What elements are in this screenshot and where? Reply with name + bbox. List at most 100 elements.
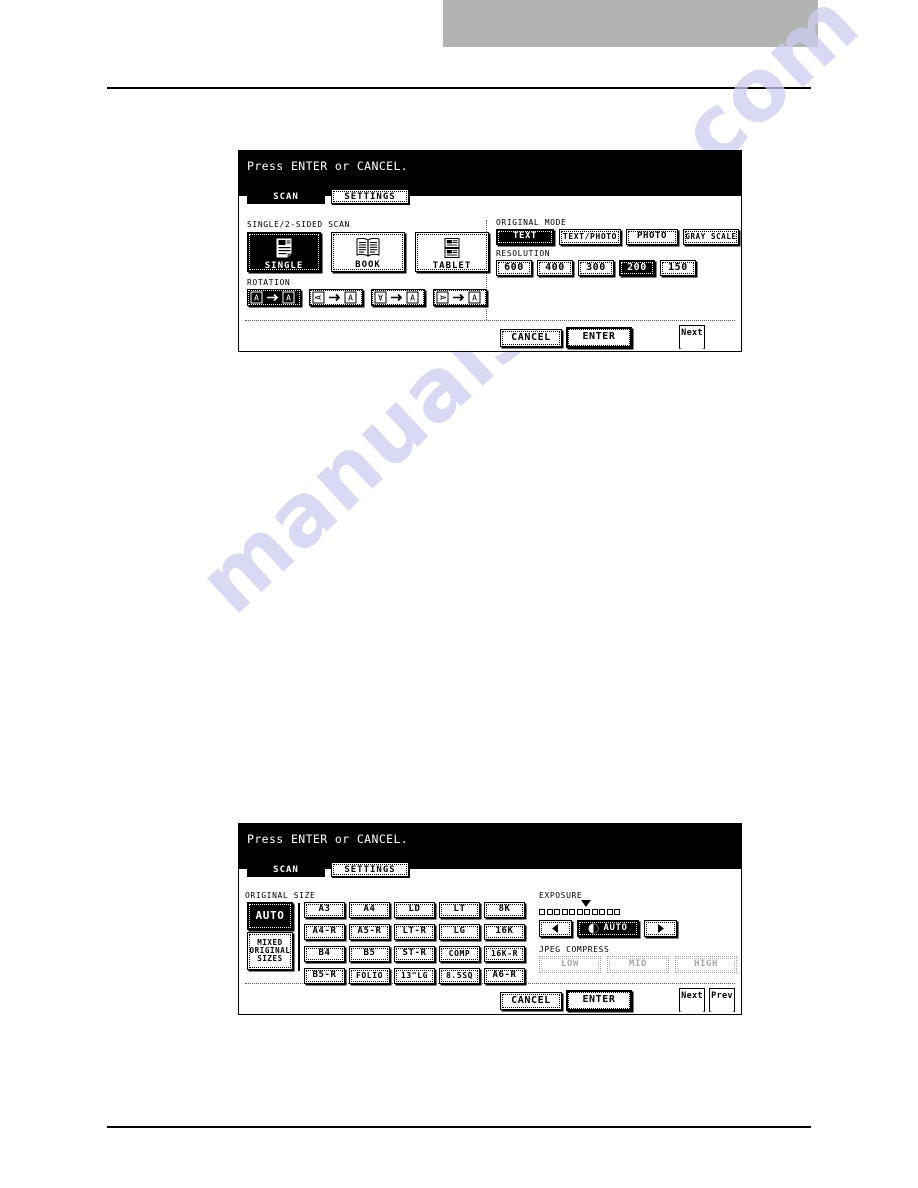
svg-text:A: A [472,294,477,303]
tab-scan[interactable]: SCAN [247,189,325,204]
svg-text:A: A [254,294,259,303]
svg-text:A: A [410,294,415,303]
scan-settings-panel-1: Press ENTER or CANCEL. SCAN SETTINGS SIN… [238,150,742,352]
label-original-size: ORIGINAL SIZE [245,891,316,900]
panel1-tabs: SCAN SETTINGS [247,189,409,204]
auto-exposure-icon [588,923,599,934]
size-b5-r[interactable]: B5-R [304,968,345,984]
size-a4[interactable]: A4 [349,902,390,918]
right-arrow-icon [658,924,664,933]
exposure-tick [546,909,553,915]
resolution-400[interactable]: 400 [537,260,573,276]
rotation-180-button[interactable]: A A [371,289,425,306]
exposure-scale[interactable] [539,909,620,915]
svg-text:A: A [378,292,383,301]
scan-mode-tablet-label: TABLET [432,261,472,271]
size-ld[interactable]: LD [394,902,435,918]
rotation-90-button[interactable]: A A [309,289,363,306]
size-16k[interactable]: 16K [484,924,525,940]
exposure-tick [576,909,583,915]
rotation-270-button[interactable]: A A [433,289,487,306]
panel1-body: SINGLE/2-SIDED SCAN SINGLE BOOK TABLET R… [239,196,741,351]
svg-text:A: A [314,295,323,300]
tab-settings[interactable]: SETTINGS [331,862,409,877]
rotation-0-button[interactable]: A A [247,289,301,306]
size-lt[interactable]: LT [439,902,480,918]
jpeg-compress-high[interactable]: HIGH [675,956,737,973]
size-a3[interactable]: A3 [304,902,345,918]
resolution-600[interactable]: 600 [496,260,532,276]
scan-mode-single[interactable]: SINGLE [247,232,321,272]
size-a5-r[interactable]: A5-R [349,924,390,940]
size-b4[interactable]: B4 [304,946,345,962]
mixed-line-3: SIZES [257,953,283,963]
exposure-tick [584,909,590,915]
exposure-auto-label: AUTO [603,922,628,933]
size-folio[interactable]: FOLIO [349,968,390,984]
exposure-decrease-button[interactable] [539,920,572,937]
panel2-tabs: SCAN SETTINGS [247,862,409,877]
size-16k-r[interactable]: 16K-R [484,946,525,962]
original-mode-photo[interactable]: PHOTO [626,229,678,245]
label-rotation: ROTATION [247,278,291,287]
scan-mode-single-label: SINGLE [264,261,304,271]
panel2-enter-button[interactable]: ENTER [566,990,632,1011]
resolution-300[interactable]: 300 [578,260,614,276]
scan-mode-book-label: BOOK [355,260,381,270]
scan-mode-tablet[interactable]: TABLET [415,232,489,272]
original-size-mixed-original-sizes[interactable]: MIXED ORIGINAL SIZES [247,932,293,970]
panel2-next-button[interactable]: Next [679,988,705,1012]
open-book-icon [355,237,381,258]
size-a6-r[interactable]: A6-R [484,968,525,984]
panel1-enter-button[interactable]: ENTER [566,327,632,348]
panel1-prompt: Press ENTER or CANCEL. [247,159,409,173]
original-size-auto[interactable]: AUTO [247,902,293,930]
size-comp[interactable]: COMP [439,946,480,962]
size-st-r[interactable]: ST-R [394,946,435,962]
resolution-200[interactable]: 200 [619,260,655,276]
panel1-cancel-button[interactable]: CANCEL [500,329,562,347]
resolution-150[interactable]: 150 [660,260,696,276]
rotation-270-icon: A A [436,291,481,304]
original-mode-text-photo[interactable]: TEXT/PHOTO [559,229,621,245]
size-lg[interactable]: LG [439,924,480,940]
size-b5[interactable]: B5 [349,946,390,962]
label-exposure: EXPOSURE [539,891,583,900]
size-85sq[interactable]: 8.5SQ [439,968,480,984]
original-mode-text[interactable]: TEXT [496,229,554,245]
rotation-90-icon: A A [312,291,357,304]
jpeg-compress-mid[interactable]: MID [607,956,669,973]
label-jpeg-compress: JPEG COMPRESS [539,945,610,954]
tab-settings[interactable]: SETTINGS [331,189,409,204]
scan-mode-book[interactable]: BOOK [331,232,405,272]
panel2-prev-button[interactable]: Prev [709,988,735,1012]
scan-settings-panel-2: Press ENTER or CANCEL. SCAN SETTINGS ORI… [238,823,742,1015]
rotation-0-icon: A A [250,291,295,304]
exposure-auto-button[interactable]: AUTO [577,920,639,937]
svg-text:A: A [286,294,291,303]
exposure-increase-button[interactable] [644,920,677,937]
page-header-grey-block [443,0,818,47]
size-13lg[interactable]: 13"LG [394,968,435,984]
panel2-body: ORIGINAL SIZE AUTO MIXED ORIGINAL SIZES … [239,869,741,1014]
footer-rule [107,1126,811,1128]
panel1-next-button[interactable]: Next [679,325,705,349]
panel2-prompt: Press ENTER or CANCEL. [247,832,409,846]
size-a4-r[interactable]: A4-R [304,924,345,940]
original-mode-gray-scale[interactable]: GRAY SCALE [683,229,739,245]
exposure-tick [614,909,620,915]
left-arrow-icon [552,924,558,933]
jpeg-compress-low[interactable]: LOW [539,956,601,973]
svg-text:A: A [438,295,447,300]
tab-scan[interactable]: SCAN [247,862,325,877]
size-8k[interactable]: 8K [484,902,525,918]
panel2-cancel-button[interactable]: CANCEL [500,992,562,1010]
exposure-tick [569,909,575,915]
original-size-separator [298,903,300,971]
label-resolution: RESOLUTION [496,249,551,258]
panel1-footer-divider [245,320,735,321]
exposure-tick [599,909,605,915]
header-rule [107,87,811,89]
svg-text:A: A [348,294,353,303]
size-lt-r[interactable]: LT-R [394,924,435,940]
